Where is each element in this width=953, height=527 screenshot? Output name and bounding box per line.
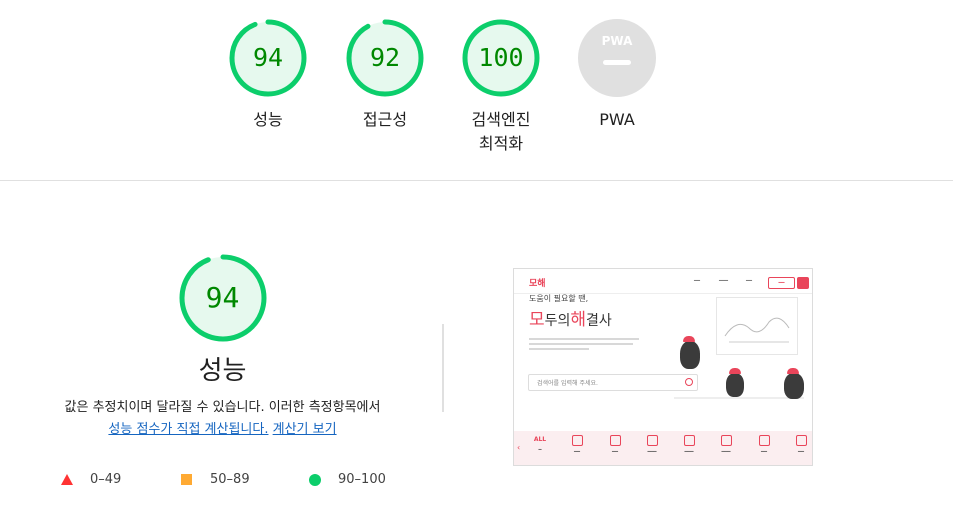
legend-range: 50–89 <box>210 472 250 487</box>
final-screenshot-thumbnail[interactable]: 모해 ━━ ━━━ ━━ ━━ 도움이 필요할 땐, 모두의해결사 검색어를 입… <box>513 268 813 466</box>
thumbnail-category: ━━━ <box>637 435 667 455</box>
gauge-label: 성능 <box>253 110 283 129</box>
square-icon <box>181 474 192 485</box>
site-logo-icon: 모해 <box>529 279 546 289</box>
thumbnail-nav-button: ━━ <box>768 277 795 289</box>
legend-item-pass: 90–100 <box>309 470 386 490</box>
gauge-score: 94 <box>252 43 284 72</box>
thumbnail-menu-icon <box>797 277 809 289</box>
gauge-label: 검색엔진 최적화 <box>441 108 561 156</box>
gauge-label: 접근성 <box>362 110 408 129</box>
thumbnail-category: ━━ <box>749 435 779 455</box>
mascot-illustration-icon <box>680 336 700 369</box>
legend-item-fail: 0–49 <box>61 470 121 490</box>
thumbnail-category: ━━ <box>562 435 592 455</box>
performance-description: 값은 추정치이며 달라질 수 있습니다. 이러한 측정항목에서 성능 점수가 직… <box>20 397 425 441</box>
gauge-score: 92 <box>369 43 401 72</box>
description-text: 값은 추정치이며 달라질 수 있습니다. 이러한 측정항목에서 <box>64 400 381 415</box>
circle-icon <box>309 474 321 486</box>
gauge-performance[interactable]: 94 성능 <box>208 18 328 132</box>
gauge-accessibility[interactable]: 92 접근성 <box>325 18 445 132</box>
vertical-divider <box>442 324 444 412</box>
performance-title: 성능 <box>198 356 247 386</box>
thumbnail-tagline: 도움이 필요할 땐, <box>529 294 589 303</box>
performance-summary: 94 성능 값은 추정치이며 달라질 수 있습니다. 이러한 측정항목에서 성능… <box>20 253 425 441</box>
chevron-left-icon: ‹ <box>517 443 521 452</box>
thumbnail-floor-line <box>674 397 804 399</box>
thumbnail-category: ━━ <box>600 435 630 455</box>
hero-part: 모 <box>529 310 545 330</box>
hero-part: 결사 <box>586 313 612 329</box>
hero-part: 해 <box>570 310 587 330</box>
pwa-badge-text: PWA <box>601 34 633 48</box>
calculator-link[interactable]: 계산기 보기 <box>273 422 337 437</box>
gauge-seo[interactable]: 100 검색엔진 최적화 <box>441 18 561 156</box>
mascot-illustration-icon <box>784 368 804 399</box>
triangle-icon <box>61 474 73 485</box>
thumbnail-hero: 모두의해결사 <box>529 305 612 330</box>
gauge-label-line: 최적화 <box>478 134 524 153</box>
thumbnail-search-box: 검색어를 입력해 주세요. <box>528 374 698 391</box>
performance-gauge: 94 <box>178 253 268 343</box>
hero-part: 두의 <box>544 313 571 329</box>
legend-range: 90–100 <box>338 472 386 487</box>
score-calculation-link[interactable]: 성능 점수가 직접 계산됩니다. <box>108 422 268 437</box>
score-legend: 0–49 50–89 90–100 <box>0 470 953 490</box>
thumbnail-nav-item: ━━ <box>746 278 753 284</box>
category-gauges-row: 94 성능 92 접근성 100 검색엔진 최적화 PWA PWA <box>0 0 953 181</box>
thumbnail-header: 모해 ━━ ━━━ ━━ ━━ <box>514 269 812 294</box>
thumbnail-nav-item: ━━ <box>694 278 701 284</box>
performance-score: 94 <box>205 281 240 314</box>
thumbnail-category-bar: ‹ ALL ━ ━━ ━━ ━━━ ━━━ ━━━ ━━ ━━ <box>514 431 812 465</box>
thumbnail-subtext-lines <box>529 335 649 353</box>
pwa-badge-icon: PWA <box>578 19 656 97</box>
thumbnail-category: ━━━ <box>674 435 704 455</box>
gauge-label: PWA <box>599 110 635 129</box>
thumbnail-category: ━━━ <box>711 435 741 455</box>
legend-range: 0–49 <box>90 472 122 487</box>
legend-item-average: 50–89 <box>181 470 250 490</box>
gauge-pwa[interactable]: PWA PWA <box>557 18 677 132</box>
pwa-dash-icon <box>603 60 631 65</box>
thumbnail-search-placeholder: 검색어를 입력해 주세요. <box>537 380 598 387</box>
search-icon <box>685 378 693 386</box>
category-all-label: ALL <box>533 436 547 443</box>
gauge-label-line: 검색엔진 <box>471 110 531 129</box>
mascot-illustration-icon <box>726 368 744 397</box>
thumbnail-category-all: ALL ━ <box>525 435 555 453</box>
thumbnail-category: ━━ <box>786 435 812 455</box>
gauge-score: 100 <box>478 43 524 72</box>
thumbnail-diagram-illustration <box>716 297 798 355</box>
thumbnail-nav-item: ━━━ <box>719 278 729 284</box>
